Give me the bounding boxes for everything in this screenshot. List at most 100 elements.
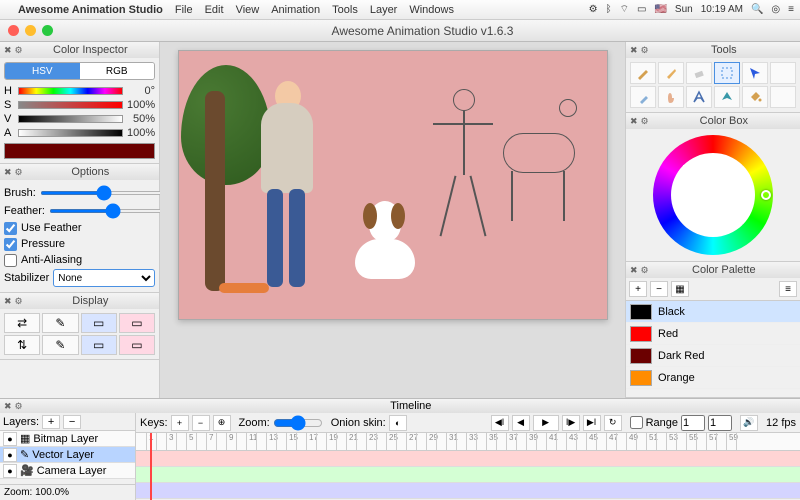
app-menu[interactable]: Awesome Animation Studio (18, 4, 163, 16)
layer-visibility-icon[interactable]: ● (3, 448, 17, 462)
menu-edit[interactable]: Edit (205, 4, 224, 16)
pose-tool[interactable] (686, 86, 712, 108)
pencil-tool[interactable] (630, 62, 656, 84)
layer-row[interactable]: ●✎Vector Layer (0, 447, 135, 463)
loop-button[interactable]: ↻ (604, 415, 622, 431)
canvas[interactable] (178, 50, 608, 320)
remove-key-button[interactable]: − (192, 415, 210, 431)
palette-add-button[interactable]: + (629, 281, 647, 297)
thin-lines-button[interactable]: ▭ (81, 313, 117, 333)
outline-button[interactable]: ✎ (42, 313, 78, 333)
range-to[interactable] (708, 415, 732, 431)
mirror-h-button[interactable]: ⇄ (4, 313, 40, 333)
notifications-icon[interactable]: ≡ (788, 4, 794, 15)
close-panel-icon[interactable]: ✖ (4, 401, 12, 412)
range-from[interactable] (681, 415, 705, 431)
panel-menu-icon[interactable]: ⚙ (15, 401, 23, 412)
palette-item[interactable]: Black (626, 301, 800, 323)
layer-visibility-icon[interactable]: ● (3, 432, 17, 446)
sat-slider[interactable] (18, 101, 123, 109)
invisible-lines-button[interactable]: ✎ (42, 335, 78, 355)
eyedrop-tool[interactable] (630, 86, 656, 108)
menu-view[interactable]: View (236, 4, 260, 16)
range-checkbox[interactable] (630, 416, 643, 429)
panel-menu-icon[interactable]: ⚙ (15, 296, 23, 307)
panel-menu-icon[interactable]: ⚙ (641, 116, 649, 127)
palette-item[interactable]: Red (626, 323, 800, 345)
close-panel-icon[interactable]: ✖ (4, 167, 12, 178)
palette-remove-button[interactable]: − (650, 281, 668, 297)
layer-row[interactable]: ●▦Bitmap Layer (0, 431, 135, 447)
color-wheel[interactable] (653, 135, 773, 255)
mirror-v-button[interactable]: ⇅ (4, 335, 40, 355)
palette-item[interactable]: Orange (626, 367, 800, 389)
wheel-handle-icon[interactable] (761, 190, 771, 200)
menu-animation[interactable]: Animation (271, 4, 320, 16)
sound-button[interactable]: 🔊 (740, 415, 758, 431)
panel-menu-icon[interactable]: ⚙ (15, 45, 23, 56)
track-camera[interactable] (136, 483, 800, 499)
minimize-window[interactable] (25, 25, 36, 36)
panel-menu-icon[interactable]: ⚙ (15, 167, 23, 178)
timeline-zoom-slider[interactable] (273, 415, 323, 431)
palette-grid-button[interactable]: ▦ (671, 281, 689, 297)
feather-slider[interactable] (49, 209, 178, 213)
polyline-tool[interactable] (714, 86, 740, 108)
blank-tool-2[interactable] (770, 86, 796, 108)
hue-slider[interactable] (18, 87, 123, 95)
track-vector[interactable] (136, 467, 800, 483)
timeline-ruler[interactable]: 1357911131517192123252729313335373941434… (136, 433, 800, 451)
prev-frame-button[interactable]: ◀ (512, 415, 530, 431)
bucket-tool[interactable] (742, 86, 768, 108)
close-panel-icon[interactable]: ✖ (4, 45, 12, 56)
spotlight-icon[interactable]: 🔍 (751, 4, 763, 15)
control-center-icon[interactable]: ◎ (771, 4, 780, 15)
close-panel-icon[interactable]: ✖ (630, 116, 638, 127)
dup-key-button[interactable]: ⊕ (213, 415, 231, 431)
add-layer-button[interactable]: + (42, 415, 60, 429)
move-tool[interactable] (742, 62, 768, 84)
close-panel-icon[interactable]: ✖ (630, 45, 638, 56)
zoom-window[interactable] (42, 25, 53, 36)
rewind-button[interactable]: ◀I (491, 415, 509, 431)
alpha-slider[interactable] (18, 129, 123, 137)
end-button[interactable]: ▶I (583, 415, 601, 431)
eraser-tool[interactable] (686, 62, 712, 84)
color-square[interactable] (683, 165, 743, 225)
pressure-checkbox[interactable] (4, 238, 17, 251)
add-key-button[interactable]: + (171, 415, 189, 431)
close-panel-icon[interactable]: ✖ (630, 265, 638, 276)
onion-next-button[interactable]: ▭ (119, 335, 155, 355)
onion-prev-button[interactable]: ▭ (119, 313, 155, 333)
tab-rgb[interactable]: RGB (80, 63, 155, 79)
antialias-checkbox[interactable] (4, 254, 17, 267)
menu-tools[interactable]: Tools (332, 4, 358, 16)
stabilizer-select[interactable]: None (53, 269, 155, 287)
select-tool[interactable] (714, 62, 740, 84)
blank-tool-1[interactable] (770, 62, 796, 84)
palette-item[interactable]: Dark Red (626, 345, 800, 367)
hand-tool[interactable] (658, 86, 684, 108)
layer-visibility-icon[interactable]: ● (3, 464, 17, 478)
menu-file[interactable]: File (175, 4, 193, 16)
brush-slider[interactable] (40, 191, 169, 195)
close-window[interactable] (8, 25, 19, 36)
menu-windows[interactable]: Windows (409, 4, 454, 16)
panel-menu-icon[interactable]: ⚙ (641, 265, 649, 276)
palette-menu-button[interactable]: ≡ (779, 281, 797, 297)
remove-layer-button[interactable]: − (63, 415, 81, 429)
onion-skin-button[interactable]: ◐ (389, 415, 407, 431)
tab-hsv[interactable]: HSV (5, 63, 80, 79)
next-frame-button[interactable]: I▶ (562, 415, 580, 431)
panel-menu-icon[interactable]: ⚙ (641, 45, 649, 56)
layer-row[interactable]: ●🎥Camera Layer (0, 463, 135, 479)
close-panel-icon[interactable]: ✖ (4, 296, 12, 307)
play-button[interactable]: ▶ (533, 415, 559, 431)
menu-layer[interactable]: Layer (370, 4, 398, 16)
val-slider[interactable] (18, 115, 123, 123)
use-feather-checkbox[interactable] (4, 222, 17, 235)
pen-tool[interactable] (658, 62, 684, 84)
onion-blue-button[interactable]: ▭ (81, 335, 117, 355)
playhead[interactable] (150, 433, 152, 500)
track-bitmap[interactable] (136, 451, 800, 467)
